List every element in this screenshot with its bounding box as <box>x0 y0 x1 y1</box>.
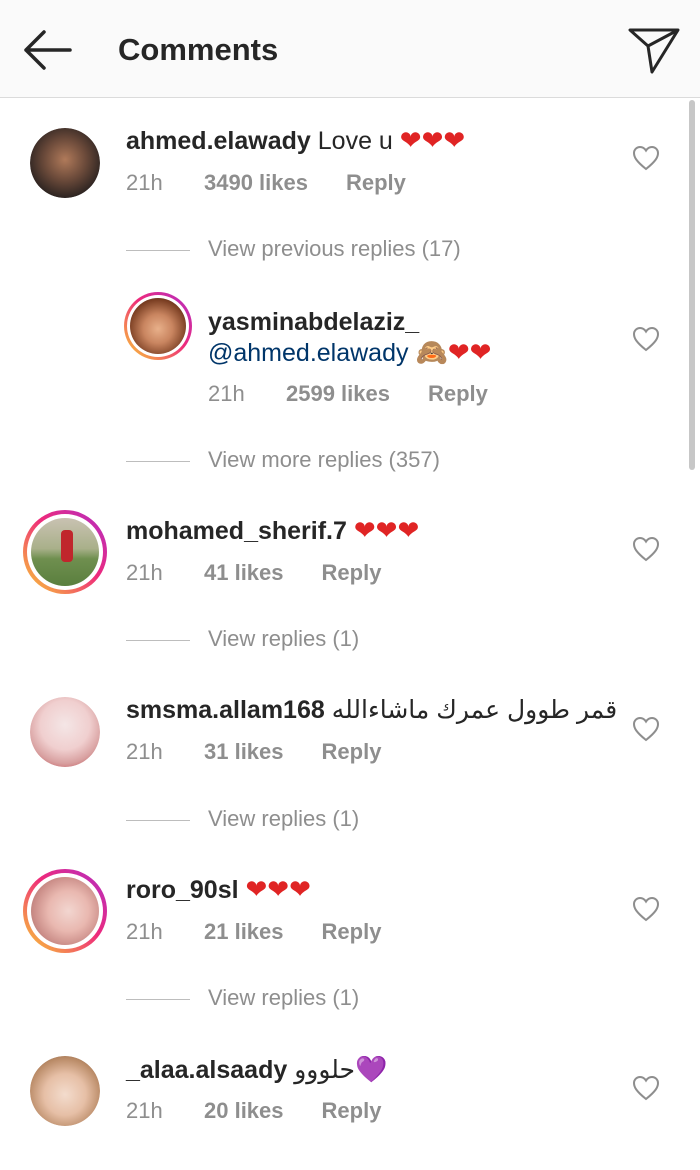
reply-username-line: yasminabdelaziz_ <box>208 306 419 338</box>
comment-text: mohamed_sherif.7 ❤❤❤ <box>126 514 419 547</box>
comment-likes[interactable]: 3490 likes <box>204 169 308 197</box>
comment-time: 21h <box>126 919 163 944</box>
avatar[interactable] <box>23 510 107 594</box>
comment-text: _alaa.alsaady حلووو💜 <box>126 1053 387 1086</box>
heart-outline-icon[interactable] <box>632 145 660 171</box>
reply-button[interactable]: Reply <box>346 169 406 197</box>
comment-time: 21h <box>126 170 163 195</box>
view-replies-label[interactable]: View replies (1) <box>208 626 359 652</box>
comment-time: 21h <box>126 560 163 585</box>
heart-outline-icon[interactable] <box>632 896 660 922</box>
comment-meta: 21h 31 likes Reply <box>126 738 381 766</box>
comment-username[interactable]: _alaa.alsaady <box>126 1056 287 1084</box>
heart-emojis: ❤❤❤ <box>353 515 420 545</box>
reply-button[interactable]: Reply <box>322 1097 382 1125</box>
comment-meta: 21h 21 likes Reply <box>126 918 381 946</box>
view-replies-label[interactable]: View previous replies (17) <box>208 236 461 262</box>
avatar[interactable] <box>30 697 100 767</box>
arrow-left-icon[interactable] <box>20 26 74 74</box>
comment-username[interactable]: ahmed.elawady <box>126 127 311 155</box>
view-replies[interactable]: View replies (1) <box>126 985 626 1015</box>
divider <box>126 640 190 641</box>
comment-time: 21h <box>208 381 245 406</box>
view-replies-label[interactable]: View replies (1) <box>208 985 359 1011</box>
view-replies[interactable]: View more replies (357) <box>126 447 626 477</box>
comment-body: حلووو <box>294 1056 355 1084</box>
divider <box>126 461 190 462</box>
reply-button[interactable]: Reply <box>428 380 488 408</box>
scrollbar[interactable] <box>689 100 695 470</box>
comment-meta: 21h 2599 likes Reply <box>208 380 488 408</box>
purple-heart-emoji: 💜 <box>355 1054 388 1084</box>
view-replies[interactable]: View previous replies (17) <box>126 236 626 266</box>
send-button[interactable] <box>626 24 682 76</box>
page-title: Comments <box>118 32 279 67</box>
heart-outline-icon[interactable] <box>632 326 660 352</box>
avatar[interactable] <box>30 1056 100 1126</box>
comment-likes[interactable]: 31 likes <box>204 738 284 766</box>
comment-text: smsma.allam168 قمر طوول عمرك ماشاءالله <box>126 694 617 726</box>
comment-time: 21h <box>126 739 163 764</box>
heart-outline-icon[interactable] <box>632 716 660 742</box>
reply-text: @ahmed.elawady 🙈❤❤ <box>208 336 491 369</box>
divider <box>126 820 190 821</box>
divider <box>126 999 190 1000</box>
heart-emojis: ❤❤❤ <box>245 874 311 904</box>
comment-username[interactable]: mohamed_sherif.7 <box>126 517 347 545</box>
comment-meta: 21h 41 likes Reply <box>126 559 381 587</box>
back-button[interactable] <box>20 26 74 74</box>
heart-outline-icon[interactable] <box>632 1075 660 1101</box>
comment-likes[interactable]: 2599 likes <box>286 380 390 408</box>
divider <box>126 250 190 251</box>
comment-username[interactable]: yasminabdelaziz_ <box>208 308 419 336</box>
comment-username[interactable]: smsma.allam168 <box>126 696 325 724</box>
avatar[interactable] <box>23 869 107 953</box>
comment-likes[interactable]: 41 likes <box>204 559 284 587</box>
reply-button[interactable]: Reply <box>322 559 382 587</box>
heart-emojis: ❤❤❤ <box>399 125 466 155</box>
reply-button[interactable]: Reply <box>322 738 382 766</box>
view-replies[interactable]: View replies (1) <box>126 626 626 656</box>
comment-body: قمر طوول عمرك ماشاءالله <box>331 696 618 724</box>
view-replies[interactable]: View replies (1) <box>126 806 626 836</box>
avatar[interactable] <box>30 128 100 198</box>
comment-meta: 21h 20 likes Reply <box>126 1097 381 1125</box>
view-replies-label[interactable]: View replies (1) <box>208 806 359 832</box>
heart-outline-icon[interactable] <box>632 536 660 562</box>
comment-meta: 21h 3490 likes Reply <box>126 169 406 197</box>
comment-username[interactable]: roro_90sl <box>126 876 239 904</box>
paper-plane-icon[interactable] <box>626 24 682 76</box>
emojis: 🙈❤❤ <box>415 337 492 367</box>
comment-text: roro_90sl ❤❤❤ <box>126 873 311 906</box>
top-bar: Comments <box>0 0 700 98</box>
reply-button[interactable]: Reply <box>322 918 382 946</box>
avatar[interactable] <box>124 292 192 360</box>
comment-likes[interactable]: 21 likes <box>204 918 284 946</box>
view-replies-label[interactable]: View more replies (357) <box>208 447 440 473</box>
mention-link[interactable]: @ahmed.elawady <box>208 339 409 367</box>
comment-time: 21h <box>126 1098 163 1123</box>
comment-text: ahmed.elawady Love u ❤❤❤ <box>126 124 465 157</box>
comment-body: Love u <box>317 127 393 155</box>
comment-likes[interactable]: 20 likes <box>204 1097 284 1125</box>
